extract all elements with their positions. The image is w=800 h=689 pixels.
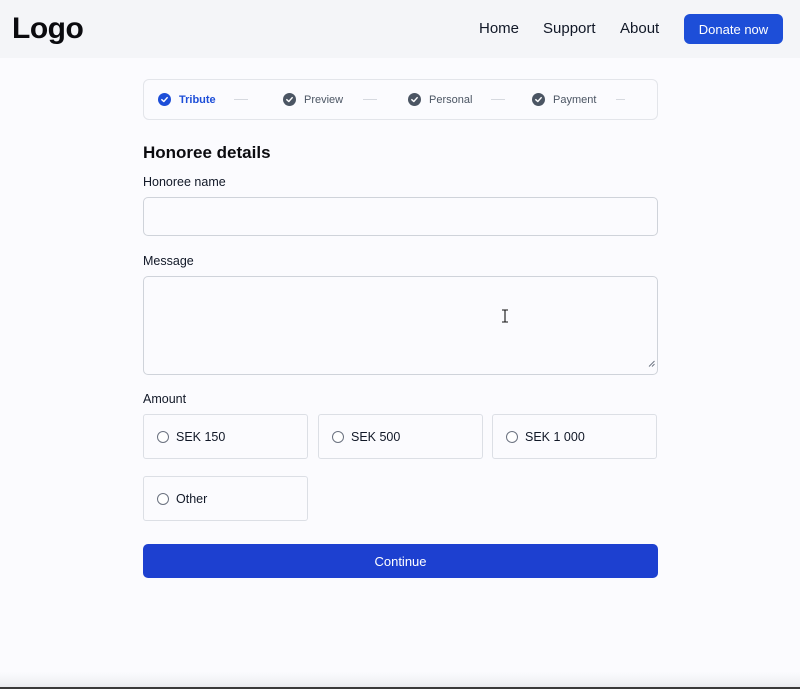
amount-label: Amount [143,392,187,406]
amount-option-sek-500[interactable]: SEK 500 [318,414,483,459]
amount-option-sek-1000[interactable]: SEK 1 000 [492,414,657,459]
step-preview[interactable]: Preview [283,80,343,119]
step-label: Personal [429,93,473,106]
radio-button[interactable] [157,430,169,443]
amount-option-label: Other [176,491,208,506]
honoree-name-label: Honoree name [143,175,226,189]
check-circle-icon [408,93,421,106]
text-cursor-icon [501,309,509,328]
amount-option-sek-150[interactable]: SEK 150 [143,414,308,459]
step-tribute[interactable]: Tribute [158,80,216,119]
message-label: Message [143,254,194,268]
step-payment[interactable]: Payment [532,80,596,119]
nav-about-link[interactable]: About [620,20,659,37]
step-label: Preview [304,93,344,106]
message-textarea[interactable] [143,276,658,375]
step-label: Tribute [179,93,216,106]
step-personal[interactable]: Personal [408,80,472,119]
check-circle-icon [532,93,545,106]
top-nav-bar: Logo Home Support About Donate now [0,0,800,58]
step-label: Payment [553,93,597,106]
continue-button[interactable]: Continue [143,544,658,578]
resize-grip-icon[interactable] [648,354,655,372]
check-circle-icon [158,93,171,106]
step-divider [491,99,505,100]
step-divider [616,99,625,100]
section-title: Honoree details [143,143,271,162]
nav-support-link[interactable]: Support [543,20,596,37]
donate-now-button[interactable]: Donate now [684,14,783,44]
step-divider [234,99,248,100]
honoree-name-input[interactable] [143,197,658,236]
nav-home-link[interactable]: Home [479,20,519,37]
amount-option-other[interactable]: Other [143,476,308,521]
radio-button[interactable] [332,430,344,443]
check-circle-icon [283,93,296,106]
logo[interactable]: Logo [12,12,84,46]
amount-option-label: SEK 500 [351,429,401,444]
radio-button[interactable] [157,492,169,505]
amount-option-label: SEK 1 000 [525,429,585,444]
step-divider [363,99,377,100]
progress-stepper: Tribute Preview Personal Payment [143,79,658,120]
radio-button[interactable] [506,430,518,443]
amount-option-label: SEK 150 [176,429,226,444]
